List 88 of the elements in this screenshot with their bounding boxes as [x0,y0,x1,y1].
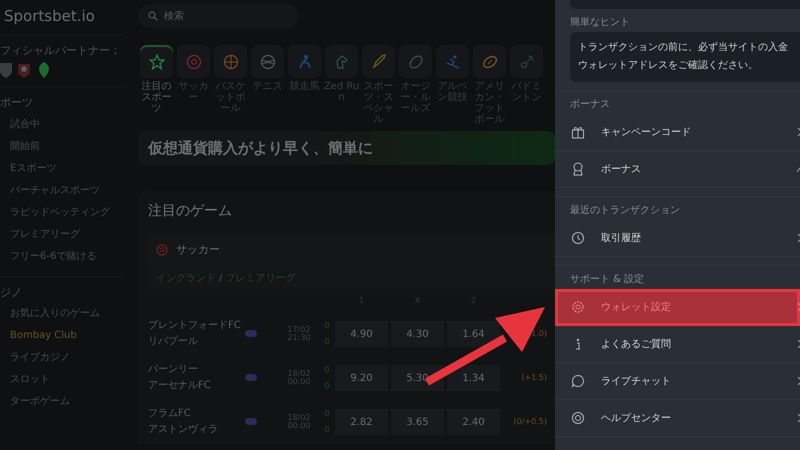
basketball-icon [222,54,238,70]
odds-button[interactable]: 1.34 [447,365,500,391]
menu-item[interactable]: キャンペーンコード [555,114,800,151]
promo-banner[interactable]: 仮想通貨購入がより早く、簡単に [138,131,555,165]
rocket-icon [370,54,386,70]
sidebar-item[interactable]: バーチャルスポーツ [0,180,125,202]
odds-button[interactable]: 1.64 [447,321,500,347]
team-name: リバプール [148,334,199,349]
gift-icon [571,125,585,139]
live-badge-icon [245,374,257,382]
soccer-ball-icon [186,54,202,70]
sidebar-item[interactable]: お気に入りのゲーム [0,303,125,325]
sidebar-item[interactable]: ライブカジノ [0,347,125,369]
live-badge-icon [245,330,257,338]
partner-label: フィシャルパートナー： [0,43,122,59]
sport-tile[interactable] [214,45,247,78]
sport-tile[interactable] [473,45,506,78]
section-title: 簡単なヒント [569,16,631,30]
section-title: 最近のトランザクション [569,204,681,218]
menu-item[interactable]: 取引履歴 [555,220,800,257]
tennis-ball-icon [260,54,276,70]
sport-tile[interactable] [251,45,284,78]
handicap-value: (+1.5) [520,372,548,384]
sidebar-item[interactable]: 試合中 [0,114,125,136]
oval-ball-icon [408,54,424,70]
odds-button[interactable]: 2.40 [447,409,500,435]
sport-tile[interactable] [436,45,469,78]
settings-icon [571,300,585,314]
handicap-value: (0/+0.5) [512,416,548,428]
shield-icon [0,62,12,78]
sidebar-item[interactable]: 開始前 [0,136,125,158]
menu-item[interactable]: ライブチャット [555,363,800,400]
section-title: ジノ [0,284,23,300]
sidebar-item[interactable]: Bombay Club [0,325,125,347]
team-name: ブレントフォードFC [148,318,242,333]
sport-tile[interactable] [510,45,543,78]
handicap-value: 1.0) [530,328,548,340]
clock-icon [571,231,585,245]
sport-tile[interactable] [362,45,395,78]
team-name: アストンヴィラ [148,423,219,437]
sport-tile[interactable] [325,45,358,78]
hint-text: トランザクションの前に、必ず当サイトの入金ウォレットアドレスをご確認ください。 [570,32,800,82]
menu-item[interactable]: ウォレット設定 [555,289,800,326]
team-name: アーセナルFC [148,379,212,393]
sport-tile[interactable] [399,45,432,78]
logo[interactable]: Sportsbet.io [4,6,95,26]
section-title: 注目のゲーム [148,202,233,221]
breadcrumb-separator: / [219,272,222,286]
crest-icon [17,62,31,78]
menu-item[interactable]: ボーナス [555,151,800,188]
sidebar-item[interactable]: ラピッドベッティング [0,202,125,224]
odds-button[interactable]: 9.20 [335,365,388,391]
section-title: サポート & 設定 [569,272,646,287]
medal-icon [571,162,585,176]
team-name: フラムFC [148,407,192,421]
sport-label: 注目のスポーツ [140,81,172,114]
odds-button[interactable]: 4.90 [335,321,388,347]
odds-button[interactable]: 4.30 [391,321,444,347]
odds-button[interactable]: 2.82 [335,409,388,435]
sport-tile[interactable] [140,45,173,78]
soccer-ball-icon [156,244,168,256]
search-field[interactable]: 検索 [138,4,298,28]
shuttlecock-icon [518,54,534,70]
football-icon [482,54,498,70]
horse-head-icon [334,54,350,70]
sidebar-item[interactable]: Eスポーツ [0,158,125,180]
chat-icon [571,374,585,388]
skier-icon [444,54,460,70]
sport-name: サッカー [176,242,220,258]
sport-tile[interactable] [177,45,210,78]
leaf-icon [36,62,52,78]
menu-item[interactable]: ヘルプセンター [555,400,800,437]
sidebar-item[interactable]: プレミアリーグ [0,224,125,246]
star-icon [148,54,164,70]
section-title: ボーナス [569,98,611,112]
sport-tile[interactable] [288,45,321,78]
section-title: ポーツ [0,95,34,111]
odds-button[interactable]: 3.65 [391,409,444,435]
menu-item[interactable]: よくあるご質問 [555,326,800,363]
jockey-icon [296,54,312,70]
lifebuoy-icon [571,411,585,425]
banner-title: 仮想通貨購入がより早く、簡単に [148,138,373,159]
sidebar-item[interactable]: スロット [0,369,125,391]
sidebar-item[interactable]: フリー6-6で賭ける [0,246,125,268]
live-badge-icon [245,418,257,426]
search-icon [148,11,158,21]
sidebar-item[interactable]: ターボゲーム [0,391,125,413]
team-name: バーンリー [148,363,199,377]
